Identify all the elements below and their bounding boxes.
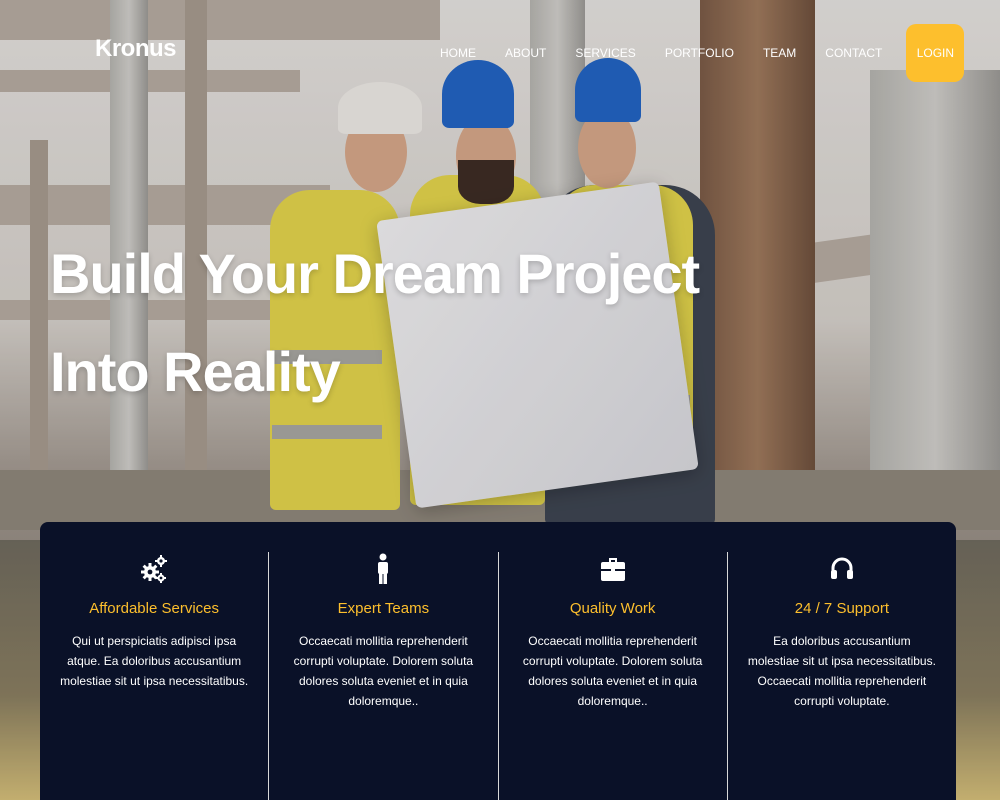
feature-text: Occaecati mollitia reprehenderit corrupt… <box>522 634 703 708</box>
feature-card: Expert Teams Occaecati mollitia reprehen… <box>269 552 499 800</box>
feature-title: Affordable Services <box>89 600 220 617</box>
hero-headline-line1: Build Your Dream Project <box>50 242 700 305</box>
nav-services[interactable]: SERVICES <box>575 46 635 60</box>
headset-icon <box>748 552 936 586</box>
hero-headline: Build Your Dream Project Into Reality <box>50 225 700 421</box>
features-panel: Affordable Services Qui ut perspiciatis … <box>40 522 956 800</box>
feature-card: Quality Work Occaecati mollitia reprehen… <box>499 552 728 800</box>
nav-team[interactable]: TEAM <box>763 46 796 60</box>
nav-about[interactable]: ABOUT <box>505 46 546 60</box>
person-icon <box>289 552 477 586</box>
briefcase-icon <box>519 552 707 586</box>
feature-title: Expert Teams <box>337 600 430 617</box>
feature-text: Qui ut perspiciatis adipisci ipsa atque.… <box>60 634 249 688</box>
feature-text: Ea doloribus accusantium molestiae sit u… <box>747 634 936 708</box>
nav-contact[interactable]: CONTACT <box>825 46 882 60</box>
feature-title: 24 / 7 Support <box>794 600 889 617</box>
login-button[interactable]: LOGIN <box>906 24 965 82</box>
feature-card: 24 / 7 Support Ea doloribus accusantium … <box>728 552 956 800</box>
gears-icon <box>60 552 248 586</box>
nav-portfolio[interactable]: PORTFOLIO <box>665 46 734 60</box>
nav-home[interactable]: HOME <box>440 46 476 60</box>
feature-title: Quality Work <box>569 600 656 617</box>
hero-headline-line2: Into Reality <box>50 340 341 403</box>
feature-text: Occaecati mollitia reprehenderit corrupt… <box>293 634 474 708</box>
brand-logo[interactable]: Kronus <box>95 35 177 63</box>
main-nav: HOME ABOUT SERVICES PORTFOLIO TEAM CONTA… <box>440 24 965 82</box>
feature-card: Affordable Services Qui ut perspiciatis … <box>40 552 270 800</box>
